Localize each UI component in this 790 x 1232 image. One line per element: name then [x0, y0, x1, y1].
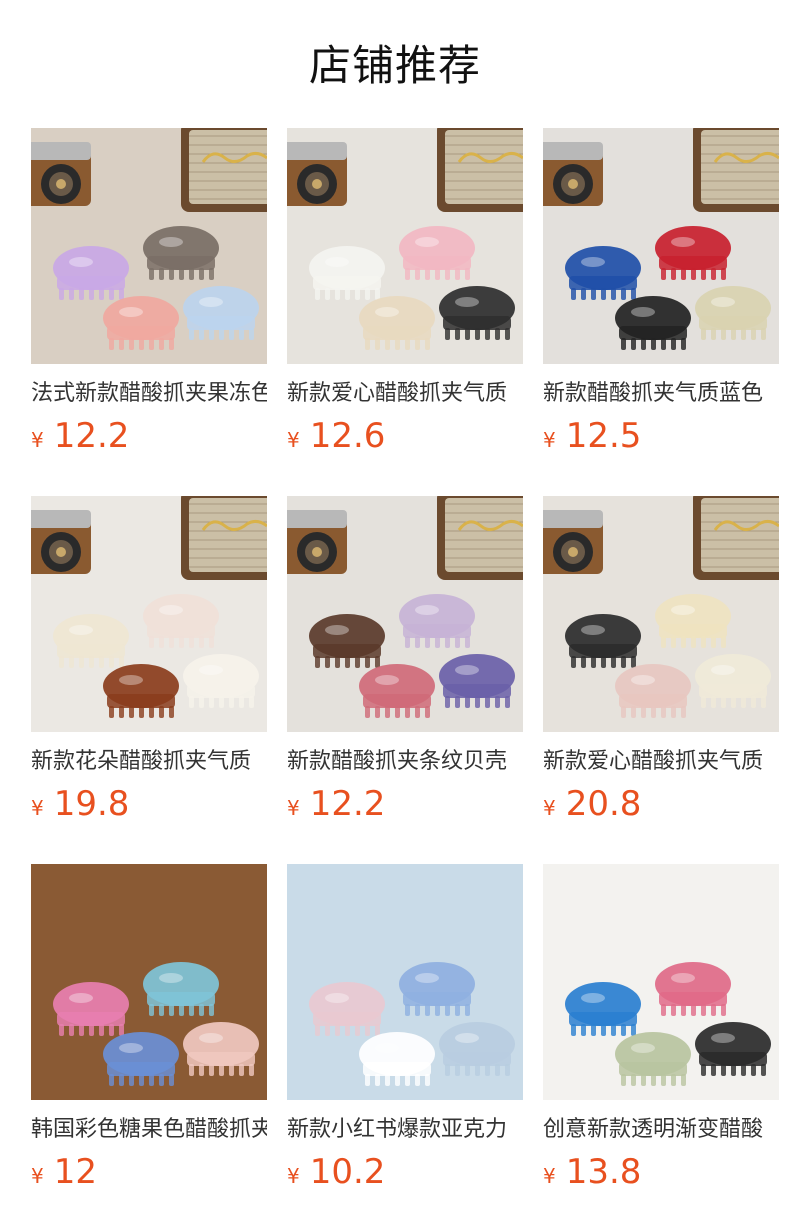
price-amount: 12.2: [53, 416, 130, 456]
product-name[interactable]: 新款醋酸抓夹气质蓝色: [543, 378, 779, 410]
currency-symbol: ¥: [31, 428, 44, 452]
currency-symbol: ¥: [287, 796, 300, 820]
currency-symbol: ¥: [287, 428, 300, 452]
product-card[interactable]: 法式新款醋酸抓夹果冻色 ¥12.2: [31, 128, 267, 496]
price-amount: 13.8: [565, 1152, 642, 1192]
price-amount: 12.2: [309, 784, 386, 824]
product-image[interactable]: [287, 864, 523, 1100]
currency-symbol: ¥: [543, 796, 556, 820]
product-card[interactable]: 新款小红书爆款亚克力 ¥10.2: [287, 864, 523, 1232]
product-name[interactable]: 新款花朵醋酸抓夹气质: [31, 746, 267, 778]
product-image[interactable]: [31, 128, 267, 364]
product-card[interactable]: 创意新款透明渐变醋酸 ¥13.8: [543, 864, 779, 1232]
product-price: ¥12.2: [287, 784, 523, 824]
product-name[interactable]: 新款爱心醋酸抓夹气质: [543, 746, 779, 778]
product-card[interactable]: 新款爱心醋酸抓夹气质 ¥12.6: [287, 128, 523, 496]
price-amount: 19.8: [53, 784, 130, 824]
product-price: ¥12.6: [287, 416, 523, 456]
price-amount: 12: [53, 1152, 97, 1192]
currency-symbol: ¥: [287, 1164, 300, 1188]
product-name[interactable]: 创意新款透明渐变醋酸: [543, 1114, 779, 1146]
product-card[interactable]: 新款花朵醋酸抓夹气质 ¥19.8: [31, 496, 267, 864]
product-image[interactable]: [287, 128, 523, 364]
product-price: ¥10.2: [287, 1152, 523, 1192]
product-name[interactable]: 新款小红书爆款亚克力: [287, 1114, 523, 1146]
price-amount: 12.6: [309, 416, 386, 456]
product-name[interactable]: 新款爱心醋酸抓夹气质: [287, 378, 523, 410]
product-price: ¥12: [31, 1152, 267, 1192]
price-amount: 12.5: [565, 416, 642, 456]
price-amount: 10.2: [309, 1152, 386, 1192]
currency-symbol: ¥: [543, 1164, 556, 1188]
product-name[interactable]: 韩国彩色糖果色醋酸抓夹: [31, 1114, 267, 1146]
product-price: ¥12.5: [543, 416, 779, 456]
product-card[interactable]: 新款醋酸抓夹条纹贝壳 ¥12.2: [287, 496, 523, 864]
product-image[interactable]: [543, 496, 779, 732]
currency-symbol: ¥: [31, 1164, 44, 1188]
price-amount: 20.8: [565, 784, 642, 824]
product-image[interactable]: [287, 496, 523, 732]
currency-symbol: ¥: [31, 796, 44, 820]
product-image[interactable]: [31, 496, 267, 732]
product-image[interactable]: [543, 128, 779, 364]
product-price: ¥12.2: [31, 416, 267, 456]
product-name[interactable]: 新款醋酸抓夹条纹贝壳: [287, 746, 523, 778]
page-title: 店铺推荐: [308, 41, 481, 90]
product-name[interactable]: 法式新款醋酸抓夹果冻色: [31, 378, 267, 410]
product-image[interactable]: [543, 864, 779, 1100]
product-price: ¥19.8: [31, 784, 267, 824]
product-price: ¥20.8: [543, 784, 779, 824]
product-card[interactable]: 韩国彩色糖果色醋酸抓夹 ¥12: [31, 864, 267, 1232]
product-card[interactable]: 新款爱心醋酸抓夹气质 ¥20.8: [543, 496, 779, 864]
product-card[interactable]: 新款醋酸抓夹气质蓝色 ¥12.5: [543, 128, 779, 496]
product-price: ¥13.8: [543, 1152, 779, 1192]
product-image[interactable]: [31, 864, 267, 1100]
currency-symbol: ¥: [543, 428, 556, 452]
product-grid: 法式新款醋酸抓夹果冻色 ¥12.2 新款爱心醋酸抓夹气质 ¥12.6 新款醋酸抓夹气质蓝…: [31, 128, 790, 1232]
